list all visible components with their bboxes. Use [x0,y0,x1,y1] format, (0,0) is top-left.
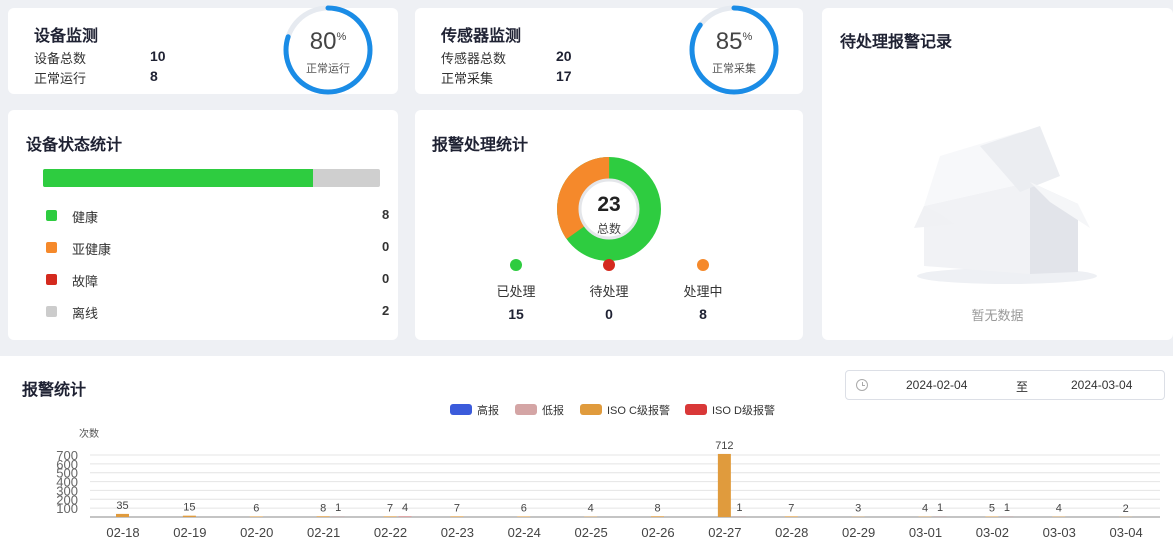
donut-total-label: 总数 [596,222,621,236]
date-separator: 至 [1016,380,1029,394]
legend-iso-d-alarm[interactable]: ISO D级报警 [685,402,775,418]
empty-state-text: 暂无数据 [971,308,1024,323]
device-status-bar-healthy [43,169,313,187]
device-ring-gauge: 80% 正常运行 [282,4,374,96]
status-dot [697,259,709,271]
device-ring-percent: 80% [309,28,347,55]
status-dot [603,259,615,271]
sensor-collect-label: 正常采集 [441,71,494,86]
device-running-label: 正常运行 [34,71,87,86]
date-range-picker[interactable]: 2024-02-04 至 2024-03-04 [845,370,1165,400]
legend-low-alarm[interactable]: 低报 [515,402,564,418]
pending-alarms-title: 待处理报警记录 [840,34,953,51]
sensor-collect-value: 17 [556,68,572,84]
pending-alarms-card: 待处理报警记录 暂无数据 [822,8,1173,340]
device-status-bar [43,169,380,187]
device-status-title: 设备状态统计 [26,137,123,154]
sensor-total-label: 传感器总数 [441,51,507,66]
legend-iso-c-alarm[interactable]: ISO C级报警 [580,402,670,418]
status-dot [46,274,57,285]
device-ring-label: 正常运行 [306,63,350,75]
device-running-value: 8 [150,68,158,84]
sensor-monitor-title: 传感器监测 [441,28,522,45]
alarm-handling-title: 报警处理统计 [432,137,529,154]
sensor-ring-gauge: 85% 正常采集 [688,4,780,96]
donut-total-value: 23 [597,193,621,216]
date-start-input[interactable]: 2024-02-04 [906,378,967,392]
alarm-processing: 处理中 8 [673,259,733,322]
device-monitor-title: 设备监测 [34,28,99,45]
alarm-handling-card: 报警处理统计 23 总数 已处理 15 待处理 0 处理中 8 [415,110,803,340]
device-total-value: 10 [150,48,166,64]
device-total-label: 设备总数 [34,51,87,66]
sensor-ring-percent: 85% [715,28,753,55]
sensor-monitor-card: 传感器监测 传感器总数 20 正常采集 17 85% 正常采集 [415,5,803,95]
alarm-stats-title: 报警统计 [22,382,87,399]
status-dot [46,210,57,221]
status-dot [510,259,522,271]
device-monitor-card: 设备监测 设备总数 10 正常运行 8 80% 正常运行 [8,5,398,95]
alarm-processed: 已处理 15 [486,259,546,322]
sensor-total-value: 20 [556,48,572,64]
status-dot [46,242,57,253]
legend-high-alarm[interactable]: 高报 [450,402,499,418]
sensor-ring-label: 正常采集 [712,63,756,75]
status-dot [46,306,57,317]
clock-icon [856,379,868,391]
empty-box-illustration [914,126,1097,284]
device-status-card: 设备状态统计 健康 8 亚健康 0 故障 0 离线 2 [8,110,398,340]
date-end-input[interactable]: 2024-03-04 [1071,378,1132,392]
alarm-pending: 待处理 0 [579,259,639,322]
